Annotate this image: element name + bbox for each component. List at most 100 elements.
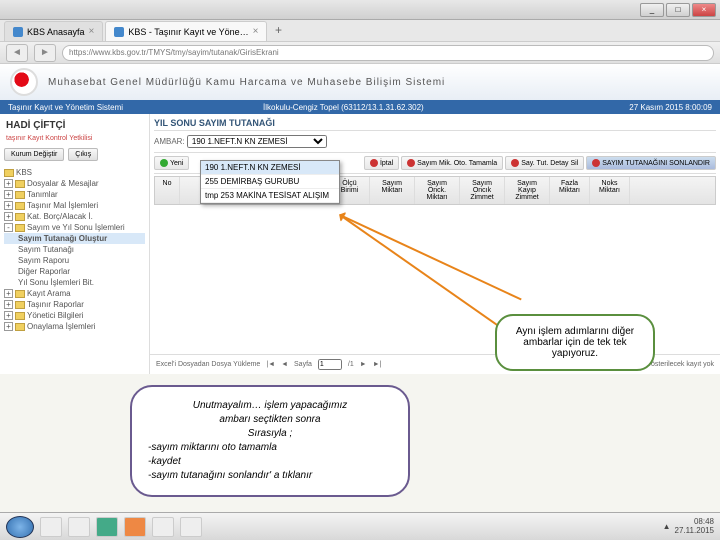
folder-icon bbox=[15, 191, 25, 199]
expand-icon[interactable]: + bbox=[4, 190, 13, 199]
tree-node[interactable]: +Taşınır Raporlar bbox=[4, 299, 145, 310]
dropdown-item[interactable]: 255 DEMİRBAŞ GURUBU bbox=[201, 175, 339, 189]
annotation-arrow bbox=[340, 214, 522, 300]
tree-node[interactable]: KBS bbox=[4, 167, 145, 178]
annotation-arrow bbox=[339, 214, 504, 330]
taskbar: ▲ 08:48 27.11.2015 bbox=[0, 512, 720, 540]
favicon bbox=[114, 27, 124, 37]
tray-icon[interactable]: ▲ bbox=[663, 522, 671, 531]
folder-icon bbox=[15, 290, 25, 298]
tree-node[interactable]: +Tanımlar bbox=[4, 189, 145, 200]
tree-node[interactable]: -Sayım ve Yıl Sonu İşlemleri bbox=[4, 222, 145, 233]
dropdown-item[interactable]: tmp 253 MAKİNA TESİSAT ALIŞIM bbox=[201, 189, 339, 203]
main-panel: YIL SONU SAYIM TUTANAĞI AMBAR: 190 1.NEF… bbox=[150, 114, 720, 374]
pager-first[interactable]: |◄ bbox=[266, 361, 275, 368]
system-tray[interactable]: ▲ 08:48 27.11.2015 bbox=[663, 518, 714, 536]
upload-link[interactable]: Excel'i Dosyadan Dosya Yükleme bbox=[156, 361, 260, 368]
task-icon[interactable] bbox=[96, 517, 118, 537]
col-nm: Noks Miktarı bbox=[590, 177, 630, 204]
folder-icon bbox=[15, 323, 25, 331]
tree-node-selected[interactable]: Sayım Tutanağı Oluştur bbox=[4, 233, 145, 244]
browser-tabs: KBS Anasayfa× KBS - Taşınır Kayıt ve Yön… bbox=[0, 20, 720, 42]
collapse-icon[interactable]: - bbox=[4, 223, 13, 232]
tree-node[interactable]: Yıl Sonu İşlemleri Bit. bbox=[4, 277, 145, 288]
forward-button[interactable]: ► bbox=[34, 44, 56, 62]
sub-mid: İlkokulu-Cengiz Topel (63112/13.1.31.62.… bbox=[263, 103, 424, 112]
close-tab-icon[interactable]: × bbox=[253, 26, 259, 37]
address-input[interactable]: https://www.kbs.gov.tr/TMYS/tmy/sayim/tu… bbox=[62, 45, 714, 61]
col-no: No bbox=[155, 177, 180, 204]
auto-complete-button[interactable]: Sayım Mik. Oto. Tamamla bbox=[401, 156, 503, 170]
pager-last[interactable]: ►| bbox=[373, 361, 382, 368]
col-fm: Fazla Miktarı bbox=[550, 177, 590, 204]
folder-icon bbox=[4, 169, 14, 177]
pager-prev[interactable]: ◄ bbox=[281, 361, 288, 368]
tab-kbs-anasayfa[interactable]: KBS Anasayfa× bbox=[4, 21, 103, 41]
ambar-dropdown[interactable]: 190 1.NEFT.N KN ZEMESİ 255 DEMİRBAŞ GURU… bbox=[200, 160, 340, 204]
delete-detail-button[interactable]: Say. Tut. Detay Sil bbox=[505, 156, 584, 170]
folder-icon bbox=[15, 213, 25, 221]
callout-2: Unutmayalım… işlem yapacağımız ambarı se… bbox=[130, 385, 410, 497]
ambar-label: AMBAR: bbox=[154, 137, 185, 146]
col-sk: Sayım Kayıp Zimmet bbox=[505, 177, 550, 204]
pager-of: /1 bbox=[348, 361, 354, 368]
task-icon[interactable] bbox=[180, 517, 202, 537]
cancel-button[interactable]: İptal bbox=[364, 156, 399, 170]
expand-icon[interactable]: + bbox=[4, 201, 13, 210]
change-org-button[interactable]: Kurum Değiştir bbox=[4, 148, 64, 161]
tree-node[interactable]: +Taşınır Mal İşlemleri bbox=[4, 200, 145, 211]
task-icon[interactable] bbox=[40, 517, 62, 537]
plus-icon bbox=[160, 159, 168, 167]
new-button[interactable]: Yeni bbox=[154, 156, 189, 170]
folder-icon bbox=[15, 301, 25, 309]
sidebar: HADİ ÇİFTÇİ taşınır Kayıt Kontrol Yetkil… bbox=[0, 114, 150, 374]
app-header: Muhasebat Genel Müdürlüğü Kamu Harcama v… bbox=[0, 64, 720, 100]
pager-next[interactable]: ► bbox=[360, 361, 367, 368]
tree-node[interactable]: +Dosyalar & Mesajlar bbox=[4, 178, 145, 189]
minimize-button[interactable]: _ bbox=[640, 3, 664, 17]
dropdown-item[interactable]: 190 1.NEFT.N KN ZEMESİ bbox=[201, 161, 339, 175]
sub-right: 27 Kasım 2015 8:00:09 bbox=[629, 103, 712, 112]
expand-icon[interactable]: + bbox=[4, 212, 13, 221]
task-icon[interactable] bbox=[152, 517, 174, 537]
user-name: HADİ ÇİFTÇİ bbox=[4, 118, 145, 133]
expand-icon[interactable]: + bbox=[4, 289, 13, 298]
folder-icon bbox=[15, 224, 25, 232]
tree-node[interactable]: Sayım Raporu bbox=[4, 255, 145, 266]
header-title: Muhasebat Genel Müdürlüğü Kamu Harcama v… bbox=[48, 77, 445, 88]
delete-icon bbox=[511, 159, 519, 167]
start-button[interactable] bbox=[6, 516, 34, 538]
col-sof: Sayım Oncık Zimmet bbox=[460, 177, 505, 204]
finalize-button[interactable]: SAYIM TUTANAĞINI SONLANDIR bbox=[586, 156, 716, 170]
favicon bbox=[13, 27, 23, 37]
task-icon[interactable] bbox=[124, 517, 146, 537]
task-icon[interactable] bbox=[68, 517, 90, 537]
logout-button[interactable]: Çıkış bbox=[68, 148, 98, 161]
tree-node[interactable]: Sayım Tutanağı bbox=[4, 244, 145, 255]
clock: 08:48 27.11.2015 bbox=[675, 518, 714, 536]
nav-tree: KBS +Dosyalar & Mesajlar +Tanımlar +Taşı… bbox=[4, 167, 145, 332]
url-bar: ◄ ► https://www.kbs.gov.tr/TMYS/tmy/sayi… bbox=[0, 42, 720, 64]
maximize-button[interactable]: □ bbox=[666, 3, 690, 17]
new-tab-button[interactable]: + bbox=[269, 23, 287, 41]
tree-node[interactable]: +Kayıt Arama bbox=[4, 288, 145, 299]
tree-node[interactable]: Diğer Raporlar bbox=[4, 266, 145, 277]
panel-title: YIL SONU SAYIM TUTANAĞI bbox=[154, 118, 716, 131]
expand-icon[interactable]: + bbox=[4, 311, 13, 320]
auto-icon bbox=[407, 159, 415, 167]
folder-icon bbox=[15, 312, 25, 320]
tab-kbs-tasinir[interactable]: KBS - Taşınır Kayıt ve Yöne…× bbox=[105, 21, 267, 41]
sub-left: Taşınır Kayıt ve Yönetim Sistemi bbox=[8, 103, 123, 112]
tree-node[interactable]: +Onaylama İşlemleri bbox=[4, 321, 145, 332]
ambar-select[interactable]: 190 1.NEFT.N KN ZEMESİ bbox=[187, 135, 327, 148]
page-input[interactable] bbox=[318, 359, 342, 370]
expand-icon[interactable]: + bbox=[4, 322, 13, 331]
tree-node[interactable]: +Kat. Borç/Alacak İ. bbox=[4, 211, 145, 222]
tree-node[interactable]: +Yönetici Bilgileri bbox=[4, 310, 145, 321]
pager-label: Sayfa bbox=[294, 361, 312, 368]
expand-icon[interactable]: + bbox=[4, 179, 13, 188]
expand-icon[interactable]: + bbox=[4, 300, 13, 309]
close-button[interactable]: × bbox=[692, 3, 716, 17]
back-button[interactable]: ◄ bbox=[6, 44, 28, 62]
close-tab-icon[interactable]: × bbox=[89, 26, 95, 37]
